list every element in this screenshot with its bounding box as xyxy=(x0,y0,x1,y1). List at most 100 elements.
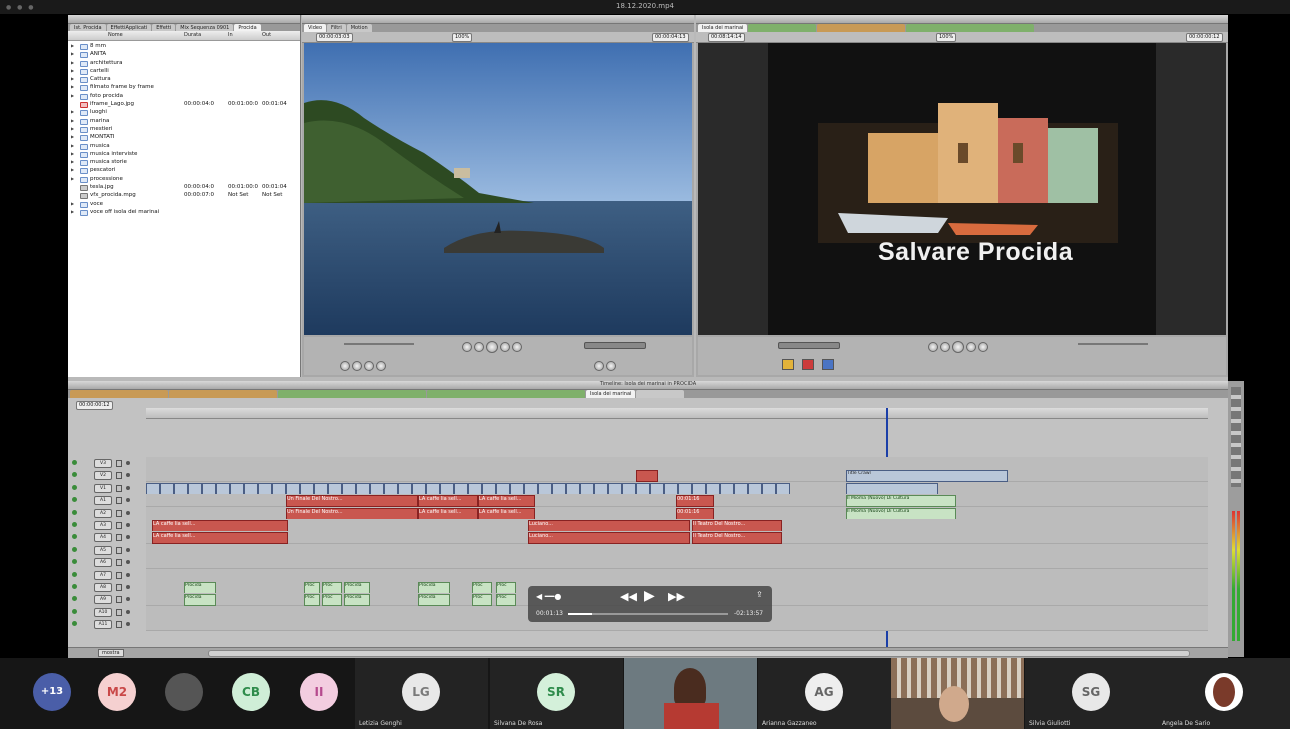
disclosure-triangle-icon[interactable]: ▶ xyxy=(71,166,74,174)
browser-item[interactable]: ▶ musica storie xyxy=(68,158,300,167)
audio-clip[interactable]: Luciano... xyxy=(528,532,690,545)
participant-tile[interactable]: SG Silvia Giuliotti xyxy=(1025,658,1158,729)
track-visibility-icon[interactable] xyxy=(72,460,77,465)
audio-clip[interactable]: Proc xyxy=(304,594,320,607)
lock-icon[interactable] xyxy=(116,608,122,616)
viewer-jog-slider[interactable] xyxy=(344,343,414,345)
video-clip[interactable] xyxy=(706,482,720,495)
next-edit-icon[interactable] xyxy=(512,342,522,352)
track-header[interactable]: A10 xyxy=(68,606,144,618)
mark-clip-icon[interactable] xyxy=(352,361,362,371)
disclosure-triangle-icon[interactable]: ▶ xyxy=(71,75,74,83)
audio-clip[interactable]: Proc xyxy=(322,594,342,607)
video-clip[interactable] xyxy=(160,482,174,495)
track-label[interactable]: V1 xyxy=(94,483,112,493)
audio-clip[interactable]: Il Teatro Del Nostro... xyxy=(692,520,782,532)
video-clip[interactable] xyxy=(496,482,510,495)
video-clip[interactable] xyxy=(440,482,454,495)
audio-clip[interactable]: LA caffe lia sell... xyxy=(478,507,535,520)
track-lane[interactable]: Title Crawl xyxy=(146,469,1208,483)
canvas-duration-timecode[interactable]: 00:08:14:14 xyxy=(708,33,745,42)
timeline-ruler[interactable] xyxy=(146,408,1208,419)
browser-item[interactable]: ▶ processione xyxy=(68,175,300,183)
lock-icon[interactable] xyxy=(116,460,122,467)
sequence-tab[interactable] xyxy=(70,390,168,398)
video-clip[interactable] xyxy=(762,482,776,495)
auto-select-icon[interactable] xyxy=(126,597,130,602)
disclosure-triangle-icon[interactable]: ▶ xyxy=(71,50,74,58)
audio-clip[interactable]: LA caffe lia sell... xyxy=(478,495,535,508)
audio-clip[interactable]: Procida xyxy=(418,582,450,594)
track-label[interactable]: A8 xyxy=(94,583,112,592)
browser-item[interactable]: ▶ pescatori xyxy=(68,166,300,175)
track-visibility-icon[interactable] xyxy=(72,497,77,503)
lock-icon[interactable] xyxy=(116,534,122,542)
browser-item[interactable]: ▶ mestieri xyxy=(68,125,300,133)
column-out[interactable]: Out xyxy=(262,32,271,38)
video-clip[interactable] xyxy=(846,482,938,495)
auto-select-icon[interactable] xyxy=(126,461,130,465)
play-icon[interactable] xyxy=(486,341,498,353)
video-clip[interactable] xyxy=(286,482,300,495)
participant-avatar[interactable]: II xyxy=(300,673,338,711)
browser-item[interactable]: ▶ architettura xyxy=(68,59,300,67)
disclosure-triangle-icon[interactable]: ▶ xyxy=(71,92,74,100)
video-clip[interactable] xyxy=(188,482,202,495)
track-header[interactable]: V1 xyxy=(68,482,144,494)
participant-video-tile[interactable] xyxy=(891,658,1024,729)
canvas-jog-slider[interactable] xyxy=(1078,343,1148,345)
track-header[interactable]: A1 xyxy=(68,494,144,506)
video-clip[interactable] xyxy=(608,482,622,495)
disclosure-triangle-icon[interactable]: ▶ xyxy=(71,117,74,125)
add-marker-icon[interactable] xyxy=(376,361,386,371)
browser-item[interactable]: ▶ musica interviste xyxy=(68,150,300,158)
column-duration[interactable]: Durata xyxy=(184,32,201,38)
video-clip[interactable] xyxy=(398,482,412,495)
audio-clip[interactable]: Un Finale Del Nostro... xyxy=(286,495,418,508)
video-clip[interactable] xyxy=(524,482,538,495)
match-frame-icon[interactable] xyxy=(340,361,350,371)
track-lane[interactable] xyxy=(146,568,1208,582)
canvas-shuttle[interactable] xyxy=(778,342,840,349)
track-label[interactable]: A6 xyxy=(94,558,112,568)
lock-icon[interactable] xyxy=(116,509,122,517)
browser-item[interactable]: ▶ ANITA xyxy=(68,50,300,59)
video-clip[interactable] xyxy=(776,482,790,495)
lock-icon[interactable] xyxy=(116,522,122,529)
video-clip[interactable] xyxy=(300,482,314,495)
track-label[interactable]: A7 xyxy=(94,570,112,580)
track-header[interactable]: A5 xyxy=(68,544,144,556)
video-clip[interactable] xyxy=(720,482,734,495)
lock-icon[interactable] xyxy=(116,621,122,629)
audio-clip[interactable]: Procida xyxy=(184,594,216,607)
track-header[interactable]: A8 xyxy=(68,581,144,593)
video-clip[interactable] xyxy=(468,482,482,495)
video-clip[interactable] xyxy=(356,482,370,495)
auto-select-icon[interactable] xyxy=(126,535,130,540)
video-clip[interactable] xyxy=(594,482,608,495)
video-clip[interactable] xyxy=(314,482,328,495)
video-clip[interactable] xyxy=(230,482,244,495)
disclosure-triangle-icon[interactable]: ▶ xyxy=(71,200,74,208)
lock-icon[interactable] xyxy=(116,484,122,492)
timeline-clip[interactable] xyxy=(636,470,658,483)
participant-avatar[interactable]: CB xyxy=(232,673,270,711)
lock-icon[interactable] xyxy=(116,546,122,554)
play-around-icon[interactable] xyxy=(966,342,976,352)
audio-clip[interactable]: Il Mioma (Nuovo) Di Cultura xyxy=(846,507,956,520)
mark-in-icon[interactable] xyxy=(594,361,604,371)
disclosure-triangle-icon[interactable]: ▶ xyxy=(71,125,74,133)
video-clip[interactable] xyxy=(384,482,398,495)
disclosure-triangle-icon[interactable]: ▶ xyxy=(71,208,74,216)
track-lane[interactable] xyxy=(146,481,1208,495)
disclosure-triangle-icon[interactable]: ▶ xyxy=(71,42,74,50)
browser-item[interactable]: ▶ voce xyxy=(68,200,300,208)
audio-clip[interactable]: LA caffe lia sell... xyxy=(418,495,478,508)
audio-clip[interactable]: Proc xyxy=(496,594,516,607)
disclosure-triangle-icon[interactable]: ▶ xyxy=(71,158,74,166)
lock-icon[interactable] xyxy=(116,584,122,591)
lock-icon[interactable] xyxy=(116,596,122,604)
video-clip[interactable] xyxy=(272,482,286,495)
track-label[interactable]: A9 xyxy=(94,595,112,605)
audio-clip[interactable]: Procida xyxy=(344,594,370,607)
